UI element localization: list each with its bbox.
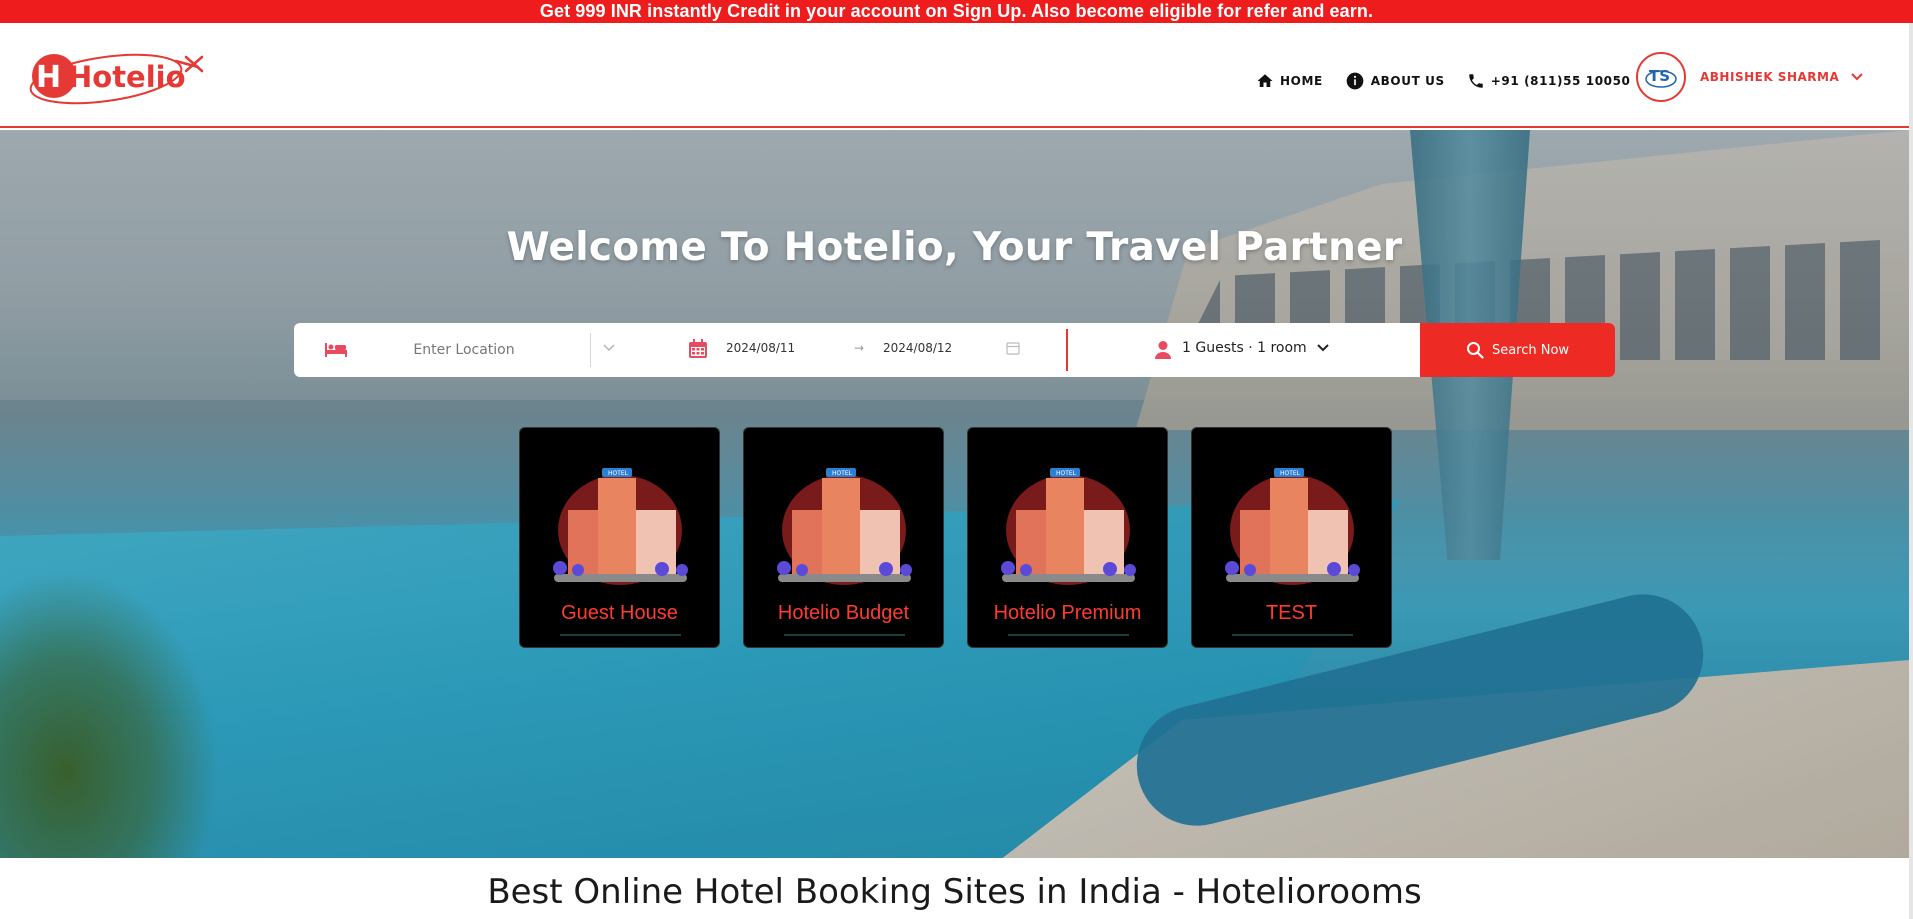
site-header: H Hotelio HOME ABOUT US +91 (811)55 1005… [0,23,1909,128]
search-button-label: Search Now [1491,342,1570,358]
location-divider [590,333,591,367]
guests-chevron-down-icon[interactable] [1316,343,1330,353]
logo-letter-h: H [36,60,61,95]
nav-about-label: ABOUT US [1370,74,1445,88]
category-card-guest-house[interactable]: HOTEL Guest House [519,427,720,648]
chevron-down-icon [1851,73,1863,81]
card-underline [784,634,905,636]
category-label: TEST [1265,602,1318,624]
bed-icon [325,343,347,357]
card-underline [1008,634,1129,636]
avatar-initials: TS [1649,67,1670,85]
search-divider [1066,329,1068,371]
nav-phone[interactable]: +91 (811)55 10050 [1467,72,1631,90]
category-label: Hotelio Budget [777,602,910,624]
category-label: Guest House [561,602,678,624]
search-button[interactable]: Search Now [1420,323,1615,377]
category-card-hotelio-premium[interactable]: HOTEL Hotelio Premium [967,427,1168,648]
card-underline [1232,634,1353,636]
home-icon [1257,74,1273,87]
hotel-building-icon: HOTEL [1225,468,1360,585]
category-card-hotelio-budget[interactable]: HOTEL Hotelio Budget [743,427,944,648]
info-icon [1346,72,1364,90]
hotel-building-icon: HOTEL [777,468,912,585]
card-underline [560,634,681,636]
hotel-sign: HOTEL [1280,470,1301,477]
hero-section: Welcome To Hotelio, Your Travel Partner … [0,130,1909,858]
user-menu[interactable]: TS ABHISHEK SHARMA [1636,52,1863,102]
location-input[interactable] [364,338,564,362]
checkout-date-input[interactable]: 2024/08/12 [883,341,952,355]
nav-phone-label: +91 (811)55 10050 [1490,74,1631,88]
calendar-icon [689,339,707,358]
calendar-outline-icon[interactable] [1006,341,1020,355]
logo-wordmark: Hotelio [68,60,186,94]
intro-section: Best Online Hotel Booking Sites in India… [0,858,1909,919]
hotelio-logo[interactable]: H Hotelio [26,49,204,105]
avatar: TS [1636,52,1686,102]
nav-home-label: HOME [1280,74,1323,88]
user-icon [1155,341,1171,359]
location-dropdown-icon[interactable] [602,343,616,353]
hotel-building-icon: HOTEL [553,468,688,585]
search-icon [1466,342,1484,359]
hotel-building-icon: HOTEL [1001,468,1136,585]
page-scrollbar[interactable] [1909,23,1913,919]
avatar-logo-icon: TS [1645,67,1677,88]
page: Get 999 INR instantly Credit in your acc… [0,0,1913,919]
nav-about-us[interactable]: ABOUT US [1345,71,1445,91]
checkin-date-input[interactable]: 2024/08/11 [726,341,795,355]
main-nav: HOME ABOUT US +91 (811)55 10050 [1256,67,1653,95]
phone-icon [1468,74,1483,88]
date-arrow-icon: → [854,341,865,355]
category-cards: HOTEL Guest House HOTEL Hotelio Budget H… [519,427,1392,648]
category-card-test[interactable]: HOTEL TEST [1191,427,1392,648]
logo-image: H Hotelio [29,53,204,105]
search-bar: 2024/08/11 → 2024/08/12 1 Guests · 1 roo… [294,323,1615,377]
category-label: Hotelio Premium [993,602,1142,624]
hotel-sign: HOTEL [832,470,853,477]
guests-selector[interactable]: 1 Guests · 1 room [1182,340,1307,356]
promo-banner[interactable]: Get 999 INR instantly Credit in your acc… [0,0,1913,23]
hotel-sign: HOTEL [1056,470,1077,477]
user-name: ABHISHEK SHARMA [1700,70,1840,84]
nav-home[interactable]: HOME [1256,72,1323,90]
hotel-sign: HOTEL [608,470,629,477]
section-title: Best Online Hotel Booking Sites in India… [487,872,1422,912]
hero-title: Welcome To Hotelio, Your Travel Partner [506,225,1403,270]
